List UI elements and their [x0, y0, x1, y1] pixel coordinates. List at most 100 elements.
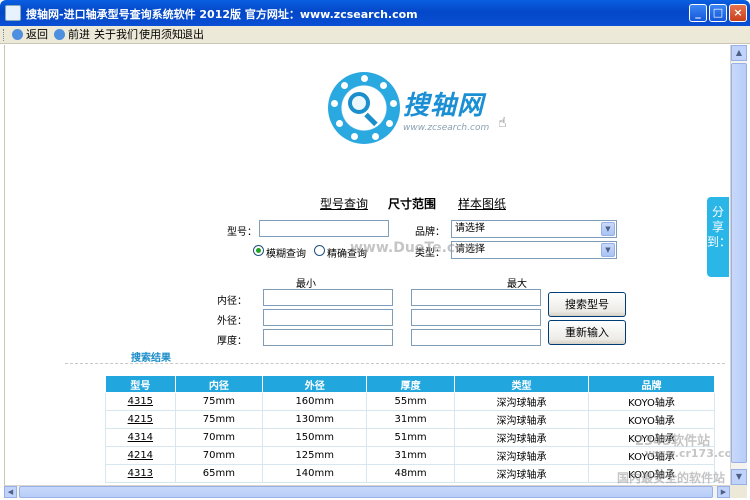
col-header: 型号 — [105, 375, 176, 393]
model-link[interactable]: 4313 — [105, 464, 176, 483]
max-header: 最大 — [507, 279, 527, 290]
tab-sample-drawings[interactable]: 样本图纸 — [458, 195, 506, 212]
minimize-button[interactable]: _ — [689, 4, 707, 22]
col-header: 类型 — [453, 375, 590, 393]
search-model-button[interactable]: 搜索型号 — [548, 292, 626, 317]
divider — [65, 363, 725, 364]
tab-size-range[interactable]: 尺寸范围 — [388, 195, 436, 212]
maximize-button[interactable]: □ — [709, 4, 727, 22]
logo-text: 搜轴网 — [403, 91, 485, 121]
title-bar[interactable]: 搜轴网-进口轴承型号查询系统软件 2012版 官方网址：www.zcsearch… — [0, 0, 750, 26]
table-cell: 65mm — [174, 464, 264, 483]
outer-diameter-label: 外径： — [217, 316, 247, 327]
col-header: 品牌 — [588, 375, 715, 393]
back-button[interactable]: 返回 — [12, 28, 48, 42]
scroll-up-icon[interactable]: ▲ — [731, 45, 747, 61]
toolbar-grip-icon[interactable] — [3, 29, 6, 41]
col-header: 厚度 — [366, 375, 455, 393]
chevron-down-icon[interactable]: ▼ — [601, 222, 615, 236]
inner-min-input[interactable] — [263, 289, 393, 306]
table-row: 4315 75mm 160mm 55mm 深沟球轴承 KOYO轴承 — [105, 392, 715, 411]
model-link[interactable]: 4215 — [105, 410, 176, 429]
menu-notice[interactable]: 使用须知 — [139, 28, 183, 42]
table-cell: 70mm — [174, 428, 264, 447]
thick-max-input[interactable] — [411, 329, 541, 346]
reset-button[interactable]: 重新输入 — [548, 320, 626, 345]
menu-bar: 返回 前进 关于我们 使用须知 退出 — [0, 26, 750, 44]
watermark-safe: 国内最安全的软件站 — [617, 471, 726, 485]
thick-min-input[interactable] — [263, 329, 393, 346]
outer-max-input[interactable] — [411, 309, 541, 326]
min-header: 最小 — [296, 279, 316, 290]
vertical-scrollbar[interactable]: ▲ ▼ — [730, 45, 747, 485]
menu-exit[interactable]: 退出 — [182, 28, 204, 42]
model-link[interactable]: 4314 — [105, 428, 176, 447]
forward-button[interactable]: 前进 — [54, 28, 90, 42]
watermark-duote: www.DuoTe.com — [350, 240, 480, 256]
table-cell: 55mm — [366, 392, 455, 411]
inner-max-input[interactable] — [411, 289, 541, 306]
col-header: 外径 — [262, 375, 368, 393]
app-icon[interactable] — [5, 5, 21, 21]
brand-label: 品牌： — [415, 227, 445, 238]
table-cell: 深沟球轴承 — [453, 464, 590, 483]
fuzzy-radio[interactable] — [253, 245, 264, 256]
forward-label: 前进 — [68, 28, 90, 41]
table-cell: 深沟球轴承 — [453, 410, 590, 429]
brand-selected: 请选择 — [455, 223, 485, 234]
horizontal-scrollbar[interactable]: ◀ ▶ — [4, 485, 730, 498]
table-cell: 深沟球轴承 — [453, 392, 590, 411]
scroll-right-icon[interactable]: ▶ — [717, 486, 730, 498]
back-label: 返回 — [26, 28, 48, 41]
scroll-left-icon[interactable]: ◀ — [4, 486, 17, 498]
hand-cursor-icon: ☝ — [498, 115, 507, 131]
logo-url: www.zcsearch.com — [403, 123, 490, 133]
watermark-cr173: www.cr173.com — [645, 447, 730, 460]
table-cell: 75mm — [174, 392, 264, 411]
results-title: 搜索结果 — [131, 353, 171, 364]
exact-radio[interactable] — [314, 245, 325, 256]
table-cell: 31mm — [366, 446, 455, 465]
table-row: 4214 70mm 125mm 31mm 深沟球轴承 KOYO轴承 — [105, 446, 715, 465]
outer-min-input[interactable] — [263, 309, 393, 326]
table-cell: 150mm — [262, 428, 368, 447]
table-row: 4215 75mm 130mm 31mm 深沟球轴承 KOYO轴承 — [105, 410, 715, 429]
table-cell: KOYO轴承 — [588, 392, 715, 411]
table-cell: 深沟球轴承 — [453, 446, 590, 465]
table-row: 4314 70mm 150mm 51mm 深沟球轴承 KOYO轴承 — [105, 428, 715, 447]
thickness-label: 厚度： — [217, 336, 247, 347]
brand-select[interactable]: 请选择 ▼ — [451, 220, 617, 238]
close-button[interactable]: × — [729, 4, 747, 22]
model-input[interactable] — [259, 220, 389, 237]
menu-about[interactable]: 关于我们 — [94, 28, 138, 42]
magnifier-icon — [348, 92, 370, 114]
table-cell: 125mm — [262, 446, 368, 465]
horizontal-scroll-thumb[interactable] — [19, 486, 713, 498]
window-title: 搜轴网-进口轴承型号查询系统软件 2012版 官方网址：www.zcsearch… — [26, 8, 418, 21]
inner-diameter-label: 内径： — [217, 296, 247, 307]
table-header-row: 型号 内径 外径 厚度 类型 品牌 — [105, 375, 715, 393]
table-cell: 深沟球轴承 — [453, 428, 590, 447]
model-link[interactable]: 4214 — [105, 446, 176, 465]
table-cell: KOYO轴承 — [588, 410, 715, 429]
table-cell: 48mm — [366, 464, 455, 483]
scroll-down-icon[interactable]: ▼ — [731, 469, 747, 485]
table-cell: 160mm — [262, 392, 368, 411]
results-table: 型号 内径 外径 厚度 类型 品牌 4315 75mm 160mm 55mm 深… — [105, 375, 715, 483]
back-arrow-icon — [12, 29, 23, 40]
forward-arrow-icon — [54, 29, 65, 40]
share-tab[interactable]: 分享到： — [707, 197, 731, 277]
chevron-down-icon[interactable]: ▼ — [601, 243, 615, 257]
table-cell: 140mm — [262, 464, 368, 483]
content-area: 搜轴网 www.zcsearch.com ☝ 型号查询 尺寸范围 样本图纸 型号… — [4, 45, 730, 485]
table-cell: 51mm — [366, 428, 455, 447]
table-cell: 31mm — [366, 410, 455, 429]
table-cell: 130mm — [262, 410, 368, 429]
table-cell: 70mm — [174, 446, 264, 465]
model-link[interactable]: 4315 — [105, 392, 176, 411]
vertical-scroll-thumb[interactable] — [731, 63, 747, 463]
table-cell: 75mm — [174, 410, 264, 429]
col-header: 内径 — [174, 375, 264, 393]
fuzzy-label: 模糊查询 — [266, 249, 306, 260]
tab-model-query[interactable]: 型号查询 — [320, 195, 368, 212]
